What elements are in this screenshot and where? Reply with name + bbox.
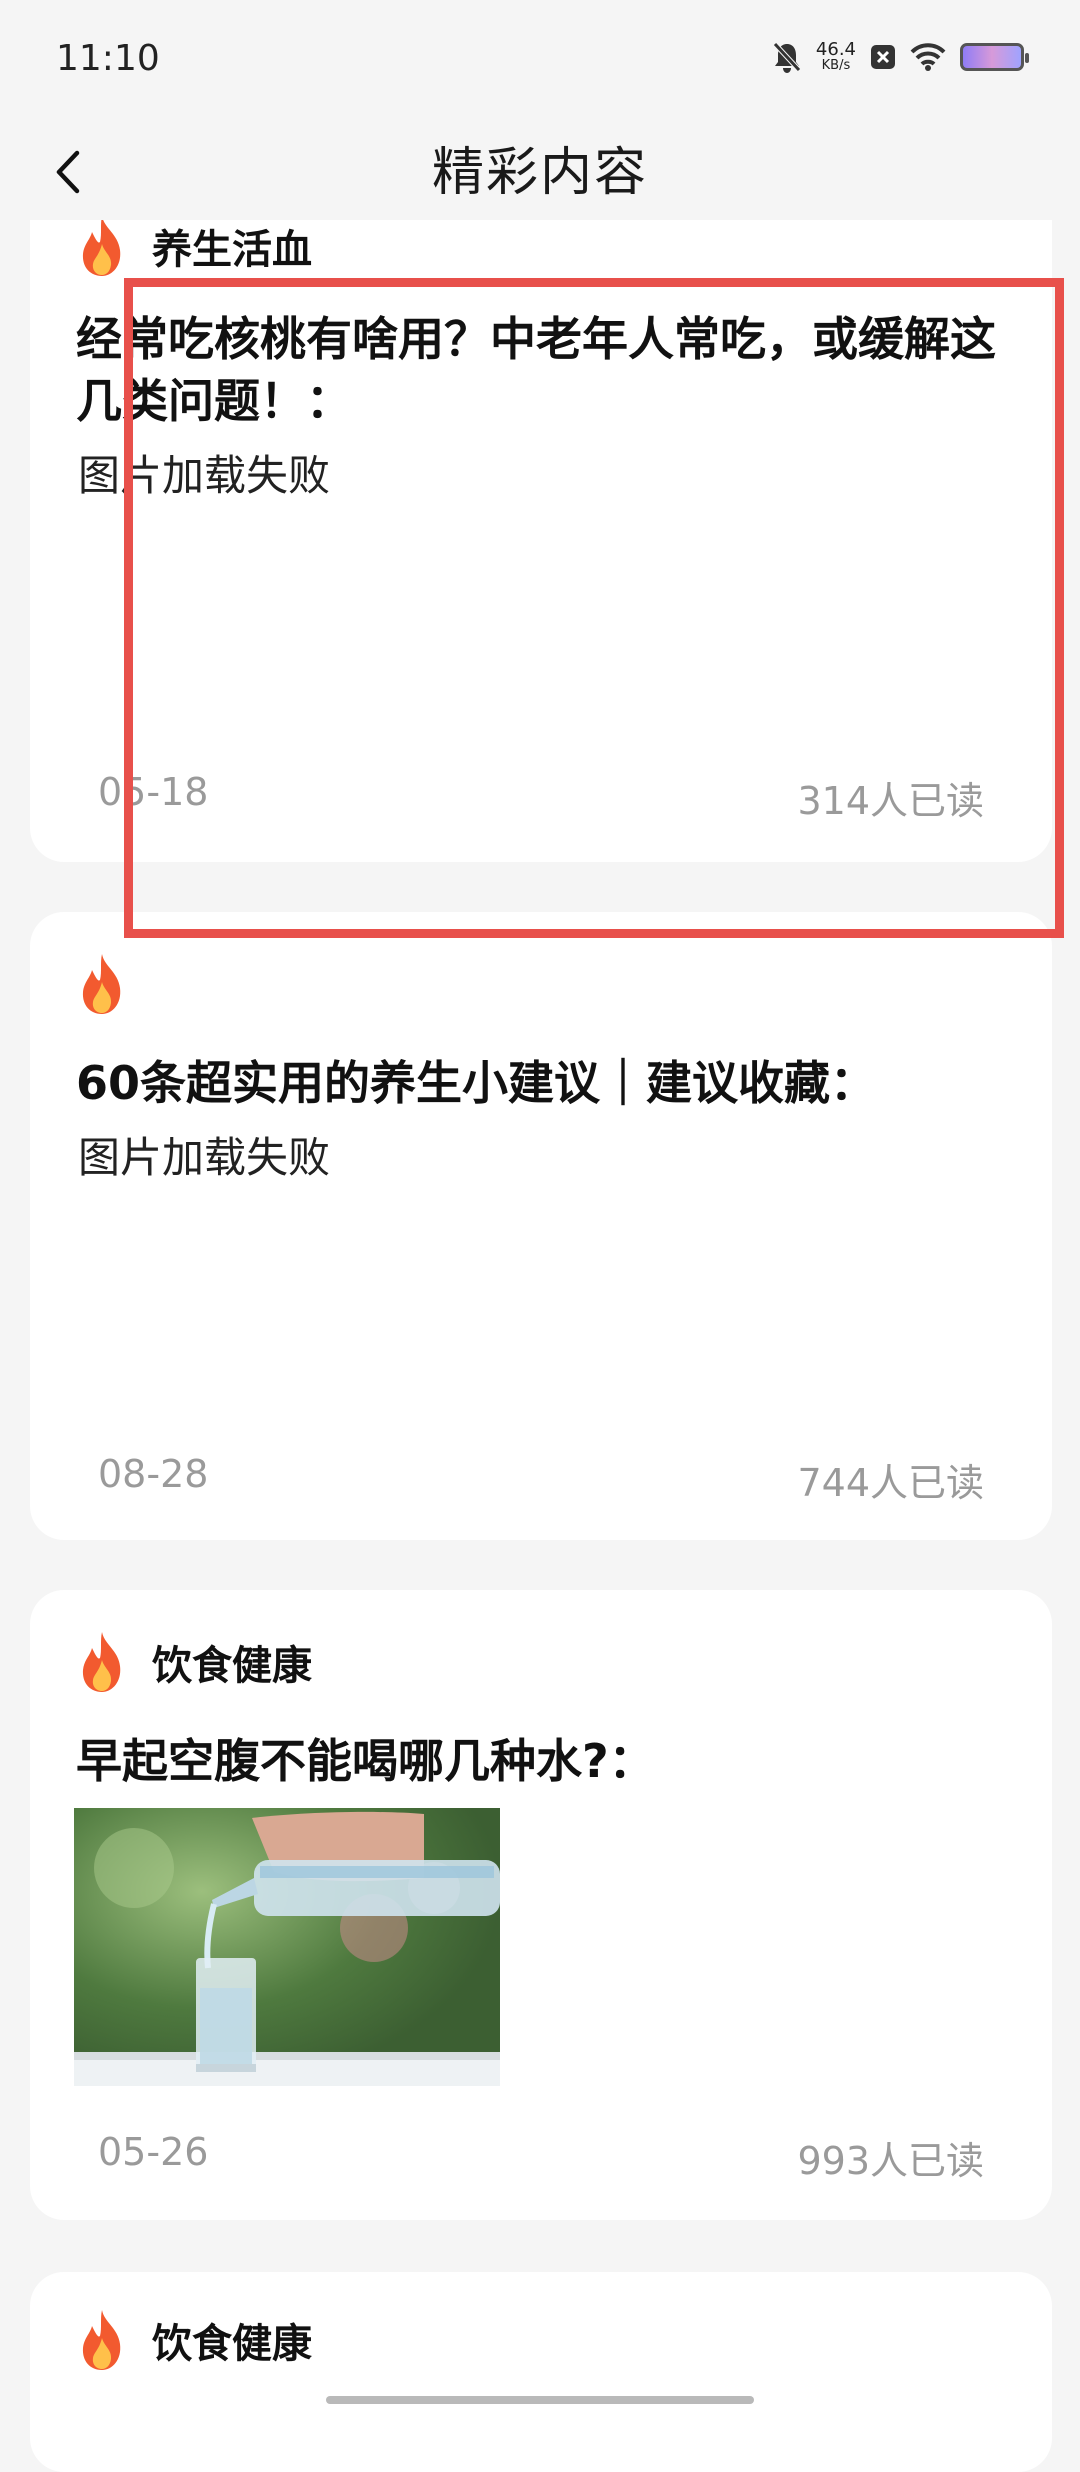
read-count: 744人已读	[797, 1461, 984, 1505]
network-speed-unit: KB/s	[821, 58, 851, 73]
network-speed-value: 46.4	[815, 39, 856, 60]
article-title: 经常吃核桃有啥用？中老年人常吃，或缓解这几类问题！：	[76, 312, 996, 428]
network-speed: 46.4 KB/s	[816, 41, 856, 73]
category-tag: 饮食健康	[74, 2308, 312, 2372]
article-title: 早起空腹不能喝哪几种水?：	[76, 1734, 655, 1788]
article-thumbnail	[74, 1808, 500, 2086]
nav-bar: 精彩内容	[0, 130, 1080, 220]
category-tag: 饮食健康	[74, 1630, 312, 1694]
article-card[interactable]: 60条超实用的养生小建议｜建议收藏： 图片加载失败 08-28 744人已读	[30, 912, 1052, 1540]
read-count: 314人已读	[797, 779, 984, 823]
water-pouring-image	[74, 1808, 500, 2086]
bell-off-icon	[773, 42, 801, 73]
category-tag	[74, 952, 152, 1016]
status-bar: 11:10 46.4 KB/s	[0, 0, 1080, 130]
status-time: 11:10	[56, 38, 160, 79]
article-card[interactable]: 饮食健康	[30, 2272, 1052, 2472]
tag-label: 养生活血	[152, 227, 312, 273]
close-box-icon	[871, 45, 895, 69]
fire-icon	[82, 216, 121, 276]
fire-icon	[82, 1632, 121, 1692]
tag-label: 饮食健康	[152, 1643, 312, 1689]
tag-label: 饮食健康	[152, 2321, 312, 2367]
image-load-failed-text: 图片加载失败	[78, 1133, 331, 1182]
page-title: 精彩内容	[431, 143, 648, 203]
fire-icon	[82, 954, 121, 1014]
article-feed: 养生活血 经常吃核桃有啥用？中老年人常吃，或缓解这几类问题！： 图片加载失败 0…	[0, 0, 1080, 2472]
publish-date: 08-28	[98, 1452, 209, 1496]
battery-icon	[960, 43, 1029, 71]
fire-icon	[82, 2310, 121, 2370]
article-card[interactable]: 饮食健康 早起空腹不能喝哪几种水?： 05-26 993人已读	[30, 1590, 1052, 2220]
read-count: 993人已读	[797, 2139, 984, 2183]
publish-date: 05-26	[98, 2130, 209, 2174]
status-icons: 46.4 KB/s	[772, 40, 1029, 74]
image-load-failed-text: 图片加载失败	[78, 451, 331, 500]
category-tag: 养生活血	[74, 214, 312, 278]
home-indicator[interactable]	[326, 2396, 754, 2404]
wifi-icon	[910, 43, 946, 71]
publish-date: 05-18	[98, 770, 209, 814]
article-card[interactable]: 养生活血 经常吃核桃有啥用？中老年人常吃，或缓解这几类问题！： 图片加载失败 0…	[30, 180, 1052, 862]
article-title: 60条超实用的养生小建议｜建议收藏：	[76, 1056, 877, 1110]
